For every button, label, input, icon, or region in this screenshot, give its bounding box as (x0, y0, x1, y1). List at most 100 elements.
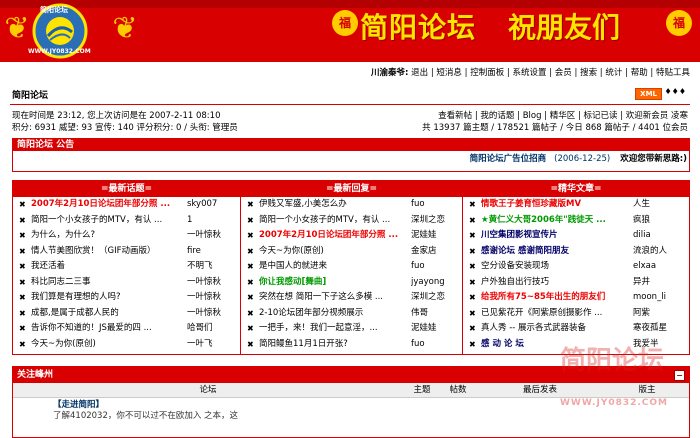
nav-settings[interactable]: 系统设置 (513, 68, 547, 78)
topic-row[interactable]: ✖ 今天~为你(原创) 金家店 (241, 244, 462, 260)
topic-author[interactable]: 泥娃娃 (411, 228, 459, 244)
topic-title[interactable]: 2-10论坛团年部分视频展示 (259, 306, 409, 322)
topic-row[interactable]: ✖ 户外独自出行技巧 异井 (463, 275, 689, 291)
nav-messages[interactable]: 短消息 (436, 68, 462, 78)
topic-author[interactable]: fuo (411, 259, 459, 275)
quick-links-row[interactable]: 查看新帖 | 我的话题 | Blog | 精华区 | 标记已读 | 欢迎新会员 … (422, 110, 688, 122)
announcement-link[interactable]: 简阳论坛广告位招商 (470, 154, 547, 164)
topic-row[interactable]: ✖ 伊贱又军盛,小美怎么办 fuo (241, 197, 462, 213)
topic-title[interactable]: 我还活着 (31, 259, 187, 275)
topic-author[interactable]: dilia (633, 228, 685, 244)
topic-row[interactable]: ✖ 情人节美图欣赏！（GIF动画版） fire (13, 244, 240, 260)
nav-help[interactable]: 帮助 (631, 68, 648, 78)
topic-row[interactable]: ✖ 是中国人的就进来 fuo (241, 259, 462, 275)
topic-row[interactable]: ✖ 突然在想 简阳一下子这么多模 ... 深圳之恋 (241, 290, 462, 306)
topic-title[interactable]: 真人秀 -- 展示各式武器装备 (481, 321, 631, 337)
nav-logout[interactable]: 退出 (411, 68, 428, 78)
topic-title[interactable]: 情人节美图欣赏！（GIF动画版） (31, 244, 187, 260)
topic-title[interactable]: 2007年2月10日论坛团年部分照 ... (31, 197, 187, 213)
topic-row[interactable]: ✖ 告诉你不知道的！JS最爱的四 ... 哈哥们 (13, 321, 240, 337)
nav-stats[interactable]: 统计 (605, 68, 622, 78)
topic-row[interactable]: ✖ 川空集团影视宣传片 dilia (463, 228, 689, 244)
topic-row[interactable]: ✖ 空分设备安装现场 elxaa (463, 259, 689, 275)
topic-row[interactable]: ✖ 你让我感动[舞曲] jyayong (241, 275, 462, 291)
topic-title[interactable]: 简阳一个小女孩子的MTV，有认 ... (259, 213, 409, 229)
topic-row[interactable]: ✖ 简阳鳗鱼11月1日开张? fuo (241, 337, 462, 353)
topic-row[interactable]: ✖ 真人秀 -- 展示各式武器装备 寒夜孤星 (463, 321, 689, 337)
topic-row[interactable]: ✖ 一把手，来！我们一起意淫，... 泥娃娃 (241, 321, 462, 337)
topic-author[interactable]: 阿紫 (633, 306, 685, 322)
nav-user[interactable]: 川渝秦爷: (371, 68, 408, 78)
topic-row[interactable]: ✖ 我还活着 不明飞 (13, 259, 240, 275)
topic-author[interactable]: 哈哥们 (187, 321, 237, 337)
topic-title[interactable]: 一把手，来！我们一起意淫，... (259, 321, 409, 337)
topic-title[interactable]: 我们算是有理想的人吗? (31, 290, 187, 306)
topic-author[interactable]: 异井 (633, 275, 685, 291)
topic-author[interactable]: 流浪的人 (633, 244, 685, 260)
topic-row[interactable]: ✖ 2-10论坛团年部分视频展示 伟哥 (241, 306, 462, 322)
topic-title[interactable]: 空分设备安装现场 (481, 259, 631, 275)
topic-row[interactable]: ✖ 已见紫花开《阿紫原创摄影作 ... 阿紫 (463, 306, 689, 322)
topic-title[interactable]: 你让我感动[舞曲] (259, 275, 409, 291)
topic-row[interactable]: ✖ 感谢论坛 感谢简阳朋友 流浪的人 (463, 244, 689, 260)
breadcrumb-home[interactable]: 简阳论坛 (12, 91, 48, 101)
topic-row[interactable]: ✖ ★黄仁义大哥2006年"践徒天 ... 疯狼 (463, 213, 689, 229)
topic-row[interactable]: ✖ 简阳一个小女孩子的MTV，有认 ... 1 (13, 213, 240, 229)
topic-title[interactable]: 突然在想 简阳一下子这么多模 ... (259, 290, 409, 306)
topic-author[interactable]: jyayong (411, 275, 459, 291)
topic-author[interactable]: 一叶飞 (187, 337, 237, 353)
topic-row[interactable]: ✖ 2007年2月10日论坛团年部分照 ... 泥娃娃 (241, 228, 462, 244)
topic-row[interactable]: ✖ 给我所有75~85年出生的朋友们 moon_li (463, 290, 689, 306)
topic-author[interactable]: 深圳之恋 (411, 290, 459, 306)
topic-author[interactable]: 泥娃娃 (411, 321, 459, 337)
topic-title[interactable]: 成都,是属于成都人民的 (31, 306, 187, 322)
topic-title[interactable]: 情歌王子姜育恒珍藏版MV (481, 197, 631, 213)
topic-author[interactable]: sky007 (187, 197, 237, 213)
nav-tools[interactable]: 特贴工具 (656, 68, 690, 78)
topic-title[interactable]: 今天~为你(原创) (31, 337, 187, 353)
topic-row[interactable]: ✖ 今天~为你(原创) 一叶飞 (13, 337, 240, 353)
topic-title[interactable]: 给我所有75~85年出生的朋友们 (481, 290, 631, 306)
topic-author[interactable]: 人生 (633, 197, 685, 213)
topic-author[interactable]: 深圳之恋 (411, 213, 459, 229)
topic-row[interactable]: ✖ 简阳一个小女孩子的MTV，有认 ... 深圳之恋 (241, 213, 462, 229)
topic-author[interactable]: fire (187, 244, 237, 260)
topic-row[interactable]: ✖ 科比同志二三事 一叶惊秋 (13, 275, 240, 291)
topic-row[interactable]: ✖ 2007年2月10日论坛团年部分照 ... sky007 (13, 197, 240, 213)
nav-members[interactable]: 会员 (555, 68, 572, 78)
topic-author[interactable]: elxaa (633, 259, 685, 275)
topic-author[interactable]: 寒夜孤星 (633, 321, 685, 337)
topic-author[interactable]: 1 (187, 213, 237, 229)
topic-title[interactable]: 告诉你不知道的！JS最爱的四 ... (31, 321, 187, 337)
topic-title[interactable]: 简阳鳗鱼11月1日开张? (259, 337, 409, 353)
expand-arrows-icon[interactable]: ♦♦♦ (664, 87, 686, 96)
topic-author[interactable]: moon_li (633, 290, 685, 306)
topic-title[interactable]: 今天~为你(原创) (259, 244, 409, 260)
topic-title[interactable]: 感谢论坛 感谢简阳朋友 (481, 244, 631, 260)
topic-author[interactable]: 一叶惊秋 (187, 228, 237, 244)
topic-author[interactable]: 一叶惊秋 (187, 306, 237, 322)
topic-title[interactable]: 伊贱又军盛,小美怎么办 (259, 197, 409, 213)
topic-title[interactable]: 已见紫花开《阿紫原创摄影作 ... (481, 306, 631, 322)
topic-title[interactable]: 川空集团影视宣传片 (481, 228, 631, 244)
topic-title[interactable]: 2007年2月10日论坛团年部分照 ... (259, 228, 409, 244)
topic-row[interactable]: ✖ 情歌王子姜育恒珍藏版MV 人生 (463, 197, 689, 213)
topic-author[interactable]: fuo (411, 197, 459, 213)
topic-title[interactable]: 科比同志二三事 (31, 275, 187, 291)
topic-author[interactable]: 伟哥 (411, 306, 459, 322)
topic-author[interactable]: 不明飞 (187, 259, 237, 275)
topic-author[interactable]: 疯狼 (633, 213, 685, 229)
topic-title[interactable]: 是中国人的就进来 (259, 259, 409, 275)
topic-author[interactable]: 一叶惊秋 (187, 290, 237, 306)
topic-author[interactable]: fuo (411, 337, 459, 353)
topic-title[interactable]: 简阳一个小女孩子的MTV，有认 ... (31, 213, 187, 229)
topic-row[interactable]: ✖ 为什么，为什么? 一叶惊秋 (13, 228, 240, 244)
topic-title[interactable]: ★黄仁义大哥2006年"践徒天 ... (481, 213, 631, 229)
topic-title[interactable]: 为什么，为什么? (31, 228, 187, 244)
topic-title[interactable]: 户外独自出行技巧 (481, 275, 631, 291)
topic-author[interactable]: 一叶惊秋 (187, 275, 237, 291)
xml-button[interactable]: XML (635, 88, 662, 100)
nav-search[interactable]: 搜索 (580, 68, 597, 78)
topic-row[interactable]: ✖ 成都,是属于成都人民的 一叶惊秋 (13, 306, 240, 322)
topic-author[interactable]: 金家店 (411, 244, 459, 260)
